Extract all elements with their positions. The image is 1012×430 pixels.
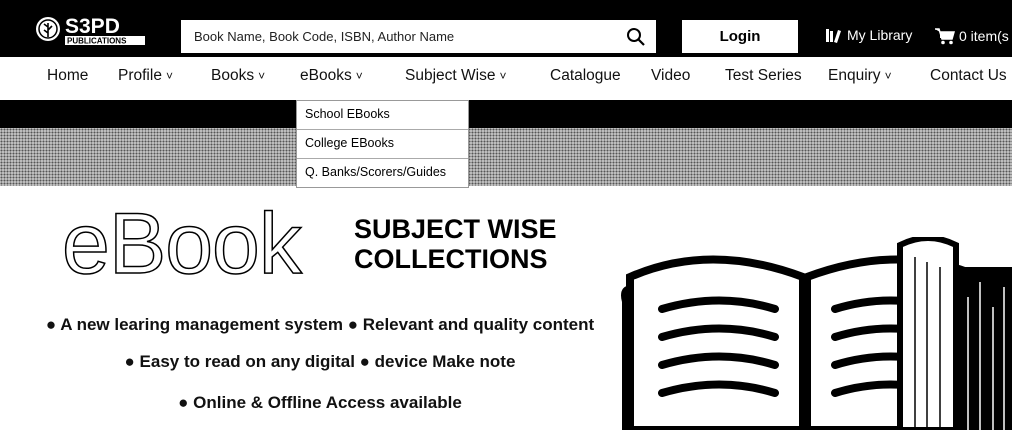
nav-subject-wise[interactable]: Subject Wise ˅ — [405, 67, 506, 85]
search-input[interactable] — [181, 20, 621, 53]
nav-enquiry[interactable]: Enquiry ˅ — [828, 67, 892, 85]
chevron-down-icon: ˅ — [884, 69, 892, 83]
my-library-label: My Library — [847, 27, 913, 43]
menu-item-college-ebooks[interactable]: College EBooks — [297, 130, 468, 159]
chevron-down-icon: ˅ — [499, 69, 507, 83]
sbpd-logo[interactable]: S3PD PUBLICATIONS — [35, 13, 147, 47]
library-icon — [826, 29, 841, 43]
nav-profile[interactable]: Profile ˅ — [118, 67, 173, 85]
chevron-down-icon: ˅ — [355, 69, 363, 83]
ebook-heading: eBook — [61, 195, 304, 283]
dark-band — [0, 100, 1012, 128]
feature-line-3: ● Online & Offline Access available — [178, 393, 462, 412]
svg-text:PUBLICATIONS: PUBLICATIONS — [67, 37, 127, 46]
nav-ebooks[interactable]: eBooks ˅ — [300, 67, 363, 85]
cart-icon — [935, 28, 955, 45]
nav-test-series[interactable]: Test Series — [725, 67, 802, 85]
ebooks-dropdown-menu: School EBooks College EBooks Q. Banks/Sc… — [296, 100, 469, 188]
menu-item-school-ebooks[interactable]: School EBooks — [297, 101, 468, 130]
feature-line-2: ● Easy to read on any digital ● device M… — [124, 352, 516, 371]
nav-catalogue[interactable]: Catalogue — [550, 67, 621, 85]
search-box — [181, 20, 656, 53]
chevron-down-icon: ˅ — [165, 69, 173, 83]
nav-contact-us[interactable]: Contact Us — [930, 67, 1007, 85]
login-button[interactable]: Login — [682, 20, 798, 53]
nav-books[interactable]: Books ˅ — [211, 67, 265, 85]
feature-line-1: ● A new learing management system ● Rele… — [45, 315, 595, 334]
menu-item-qbanks-scorers-guides[interactable]: Q. Banks/Scorers/Guides — [297, 159, 468, 188]
subject-wise-collections-heading: SUBJECT WISE COLLECTIONS — [354, 214, 557, 274]
search-icon[interactable] — [626, 27, 646, 47]
cart-label: 0 item(s — [959, 28, 1009, 44]
my-library-link[interactable]: My Library — [825, 27, 912, 43]
svg-text:S3PD: S3PD — [65, 15, 120, 38]
svg-text:eBook: eBook — [62, 196, 303, 283]
nav-home[interactable]: Home — [47, 67, 88, 85]
cart-link[interactable]: 0 item(s — [934, 27, 1009, 45]
dotted-pattern-strip — [0, 128, 1012, 186]
nav-video[interactable]: Video — [651, 67, 690, 85]
chevron-down-icon: ˅ — [258, 69, 266, 83]
top-header-bar: S3PD PUBLICATIONS Login My Library 0 ite… — [0, 0, 1012, 57]
main-nav: Home Profile ˅ Books ˅ eBooks ˅ Subject Wis… — [0, 67, 1012, 99]
books-illustration — [620, 237, 1012, 430]
